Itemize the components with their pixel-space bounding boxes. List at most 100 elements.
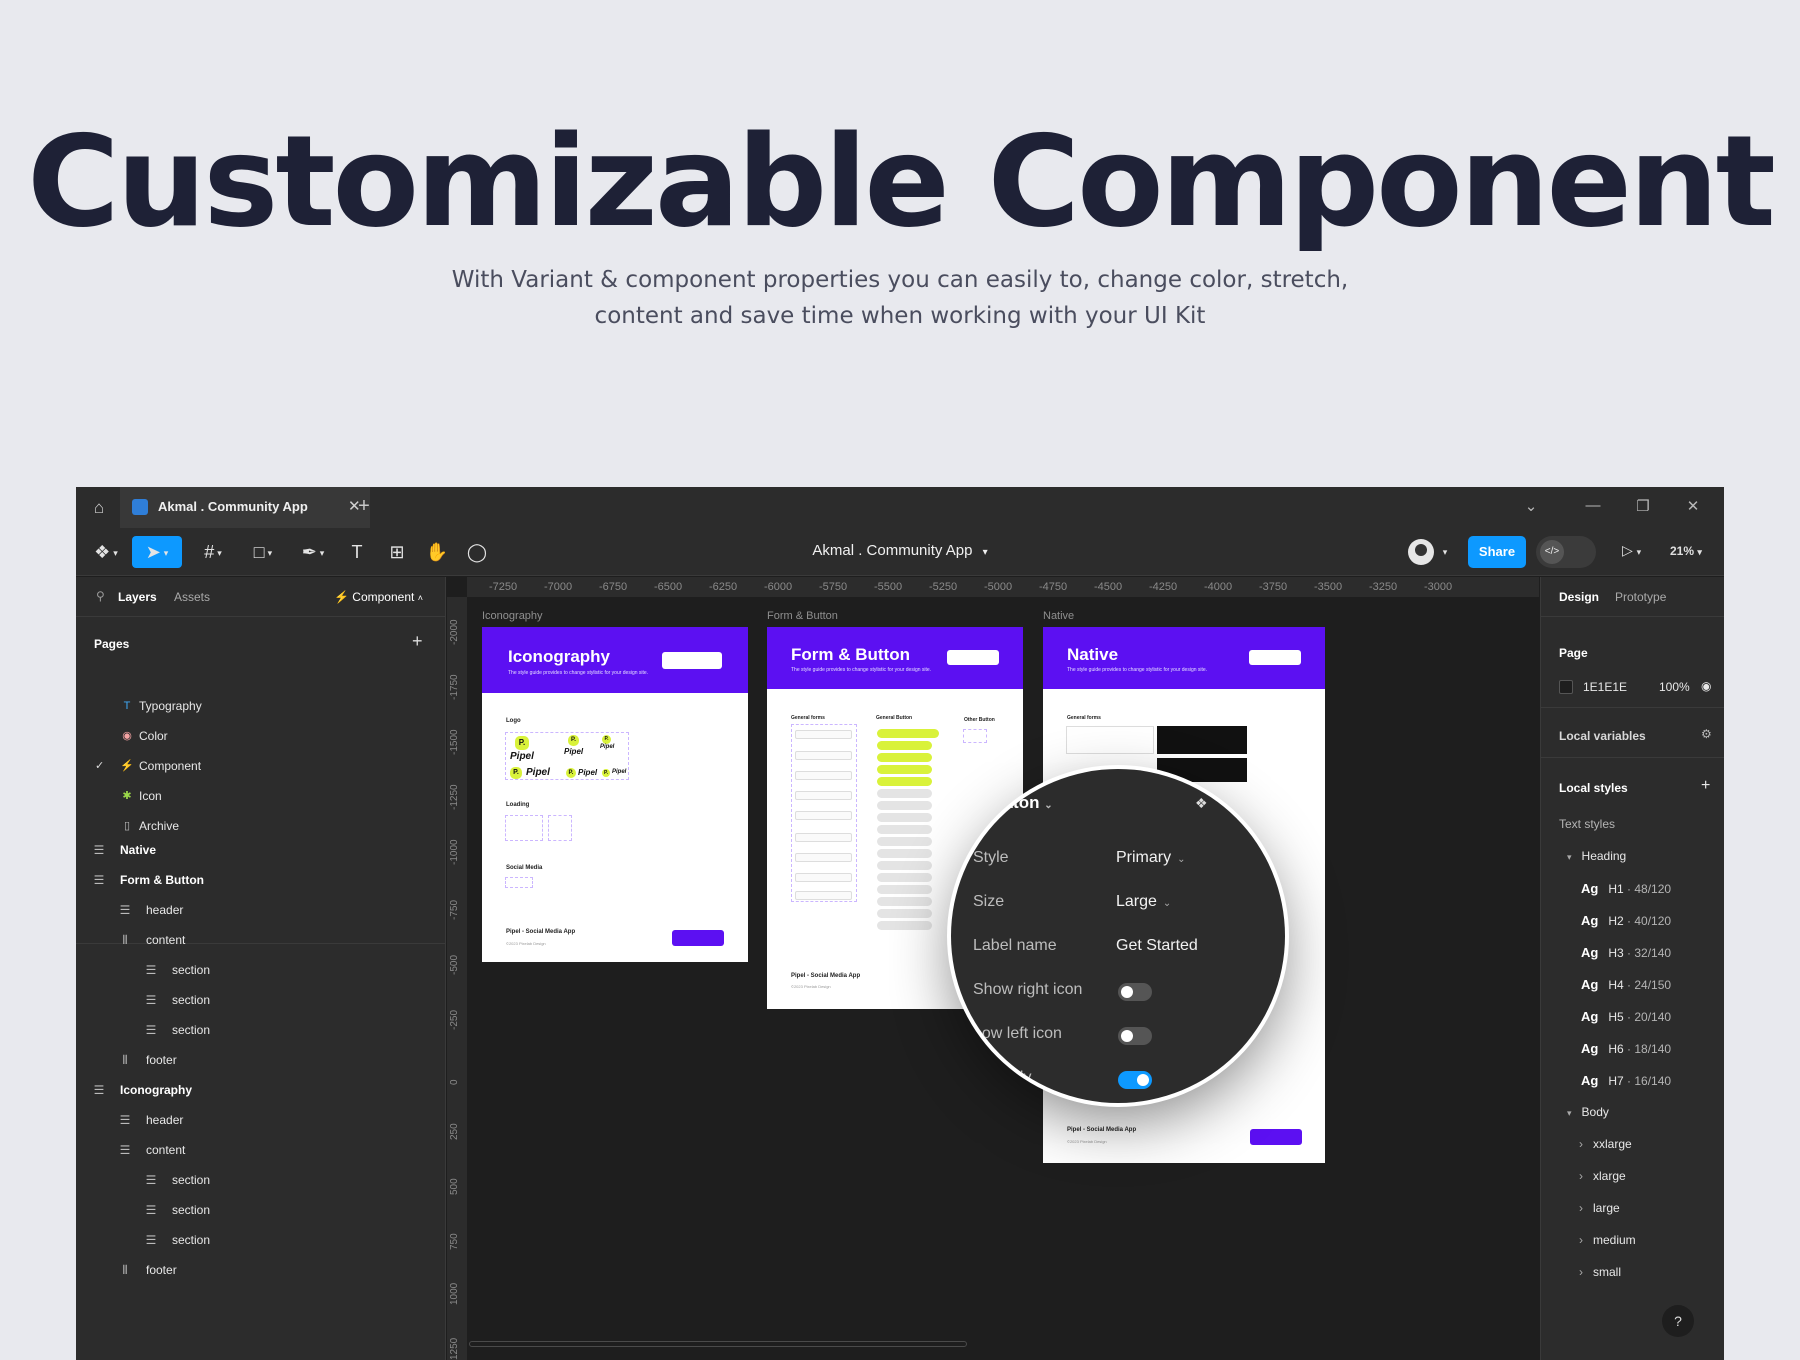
chevron-down-icon[interactable]: ⌄	[1516, 497, 1546, 515]
frame-label-iconography[interactable]: Iconography	[482, 610, 543, 622]
text-style-meta: · 48/120	[1623, 882, 1672, 896]
page-color-swatch[interactable]	[1559, 680, 1573, 694]
text-style-h3[interactable]: Ag H3 · 32/140	[1581, 945, 1671, 963]
page-item-component[interactable]: ✓ ⚡ Component	[76, 751, 446, 781]
component-instance-icon[interactable]: ❖	[1195, 795, 1208, 812]
toggle-knob	[1121, 986, 1133, 998]
hand-tool-button[interactable]: ✋	[422, 536, 452, 568]
layer-form-button[interactable]: ☰ Form & Button	[76, 865, 446, 895]
pen-tool-button[interactable]: ✒ ▾	[294, 536, 332, 568]
home-icon[interactable]: ⌂	[88, 497, 110, 519]
form-field	[795, 891, 852, 900]
layer-section[interactable]: ☰ section	[76, 1015, 446, 1045]
shape-tool-button[interactable]: □ ▾	[244, 536, 282, 568]
layer-content[interactable]: ☰ content	[76, 1135, 446, 1165]
text-style-h2[interactable]: Ag H2 · 40/120	[1581, 913, 1671, 931]
page-opacity-value[interactable]: 100%	[1659, 680, 1690, 694]
frame-label-native[interactable]: Native	[1043, 610, 1074, 622]
layer-footer[interactable]: ⦀ footer	[76, 1045, 446, 1075]
text-style-h5[interactable]: Ag H5 · 20/140	[1581, 1009, 1671, 1027]
share-button[interactable]: Share	[1468, 536, 1526, 568]
prop-style-select[interactable]: Primary ⌄	[1116, 849, 1186, 867]
page-item-icon[interactable]: ✱ Icon	[76, 781, 446, 811]
variables-icon[interactable]: ⚙	[1701, 727, 1712, 741]
tab-layers[interactable]: Layers	[118, 590, 157, 604]
heading-group[interactable]: ▾ Heading	[1567, 849, 1626, 863]
dev-mode-toggle[interactable]: </>	[1536, 536, 1596, 568]
component-name[interactable]: utton ⌄	[997, 793, 1053, 813]
prop-label-name-input[interactable]: Get Started	[1116, 937, 1198, 955]
layer-section[interactable]: ☰ section	[76, 955, 446, 985]
add-page-button[interactable]: +	[412, 631, 423, 652]
zoom-menu[interactable]: 21% ▾	[1670, 544, 1702, 558]
auto-layout-icon: ☰	[145, 1023, 157, 1037]
page-item-color[interactable]: ◉ Color	[76, 721, 446, 751]
prop-show-right-icon-label: Show right icon	[973, 981, 1083, 998]
icon-only-toggle[interactable]	[1118, 1071, 1152, 1089]
minimize-icon[interactable]: —	[1578, 497, 1608, 514]
file-title-label[interactable]: Akmal . Community App	[812, 542, 972, 559]
ruler-tick-label: -4000	[1204, 581, 1233, 593]
page-item-typography[interactable]: T Typography	[76, 691, 446, 721]
show-right-icon-toggle[interactable]	[1118, 983, 1152, 1001]
avatar[interactable]	[1408, 539, 1434, 565]
main-menu-button[interactable]: ❖ ▾	[88, 536, 124, 568]
present-button[interactable]: ▷ ▾	[1622, 542, 1641, 559]
text-style-h7[interactable]: Ag H7 · 16/140	[1581, 1073, 1671, 1091]
section-label: Other Button	[964, 717, 995, 723]
comment-tool-button[interactable]: ◯	[462, 536, 492, 568]
file-tab[interactable]: Akmal . Community App ✕	[120, 487, 370, 528]
layer-content[interactable]: ⦀ content	[76, 925, 446, 955]
ruler-tick-label: -1500	[449, 729, 460, 755]
add-style-button[interactable]: +	[1701, 777, 1710, 795]
layer-header[interactable]: ☰ header	[76, 1105, 446, 1135]
resources-button[interactable]: ⊞	[382, 536, 412, 568]
text-style-body-medium[interactable]: medium	[1579, 1233, 1636, 1247]
restore-icon[interactable]: ❐	[1628, 497, 1658, 515]
frame-label-form-button[interactable]: Form & Button	[767, 610, 838, 622]
layer-section[interactable]: ☰ section	[76, 1195, 446, 1225]
local-variables-label[interactable]: Local variables	[1559, 729, 1646, 743]
canvas[interactable]: -7250 -7000 -6750 -6500 -6250 -6000 -5750 -5500…	[447, 577, 1539, 1360]
search-icon[interactable]: ⚲	[96, 589, 105, 603]
text-style-name: H4	[1608, 978, 1624, 992]
close-window-icon[interactable]: ✕	[1678, 497, 1708, 515]
layer-section[interactable]: ☰ section	[76, 1225, 446, 1255]
form-field	[795, 791, 852, 800]
logo-mark-icon: P.	[566, 768, 576, 778]
horizontal-scrollbar[interactable]	[469, 1341, 967, 1347]
text-style-h1[interactable]: Ag H1 · 48/120	[1581, 881, 1671, 899]
frame-iconography[interactable]: Iconography The style guide provides to …	[482, 627, 748, 962]
layer-header[interactable]: ☰ header	[76, 895, 446, 925]
new-tab-button[interactable]: +	[344, 495, 384, 518]
move-tool-button[interactable]: ➤ ▾	[132, 536, 182, 568]
help-button[interactable]: ?	[1662, 1305, 1694, 1337]
frame-tool-button[interactable]: # ▾	[194, 536, 232, 568]
layer-native[interactable]: ☰ Native	[76, 835, 446, 865]
page-color-value[interactable]: 1E1E1E	[1583, 680, 1627, 694]
chevron-down-icon[interactable]: ▾	[1438, 536, 1452, 568]
layer-iconography[interactable]: ☰ Iconography	[76, 1075, 446, 1105]
tab-design[interactable]: Design	[1559, 590, 1599, 604]
layer-section[interactable]: ☰ section	[76, 985, 446, 1015]
text-style-preview: Ag	[1581, 1073, 1599, 1088]
text-style-h6[interactable]: Ag H6 · 18/140	[1581, 1041, 1671, 1059]
text-style-body-xlarge[interactable]: xlarge	[1579, 1169, 1626, 1183]
text-style-body-large[interactable]: large	[1579, 1201, 1620, 1215]
layer-footer[interactable]: ⦀ footer	[76, 1255, 446, 1285]
prop-size-select[interactable]: Large ⌄	[1116, 893, 1171, 911]
frame-layer-icon: ☰	[93, 1083, 105, 1097]
tab-assets[interactable]: Assets	[174, 590, 210, 604]
text-tool-button[interactable]: T	[342, 536, 372, 568]
tab-prototype[interactable]: Prototype	[1615, 590, 1666, 604]
text-style-body-small[interactable]: small	[1579, 1265, 1621, 1279]
ruler-tick-label: -3250	[1369, 581, 1398, 593]
body-group[interactable]: ▾ Body	[1567, 1105, 1609, 1119]
text-style-h4[interactable]: Ag H4 · 24/150	[1581, 977, 1671, 995]
show-left-icon-toggle[interactable]	[1118, 1027, 1152, 1045]
chevron-down-icon[interactable]: ▾	[983, 547, 988, 558]
eye-icon[interactable]: ◉	[1701, 679, 1711, 693]
text-style-body-xxlarge[interactable]: xxlarge	[1579, 1137, 1632, 1151]
current-page-selector[interactable]: ⚡ Component ˄	[334, 590, 423, 604]
layer-section[interactable]: ☰ section	[76, 1165, 446, 1195]
